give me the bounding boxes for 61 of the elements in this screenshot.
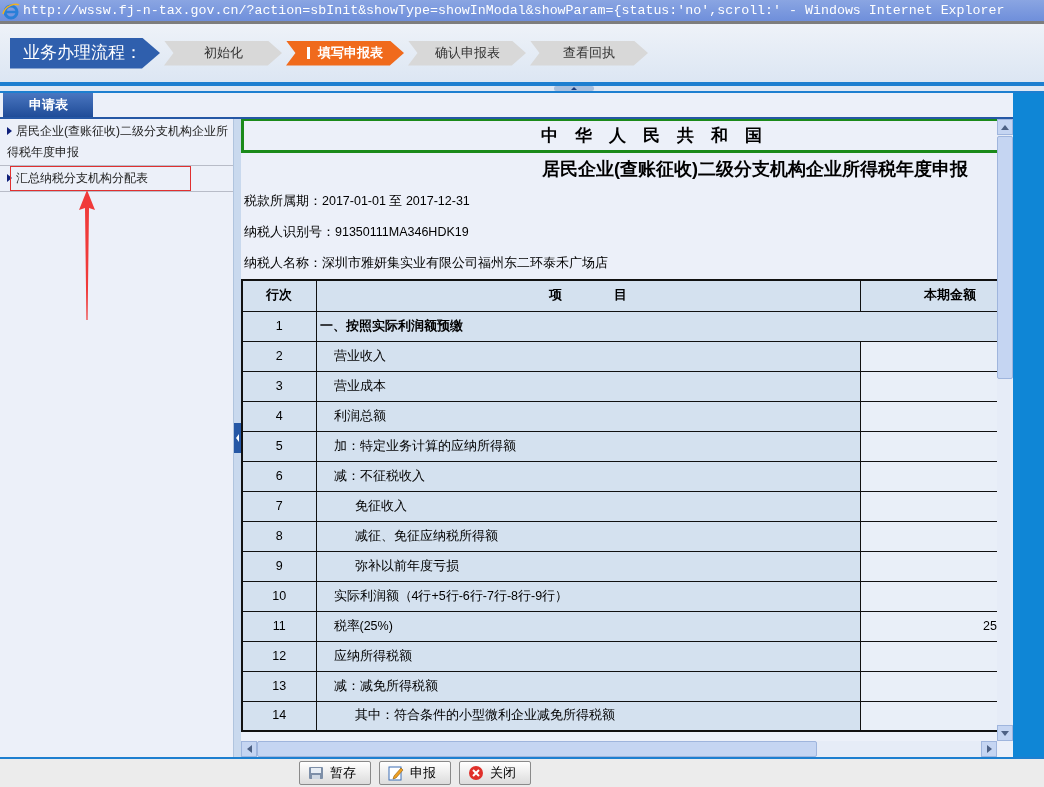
process-step[interactable]: 初始化	[164, 40, 282, 66]
process-label: 业务办理流程：	[10, 37, 160, 69]
form-field: 纳税人名称：深圳市雅妍集实业有限公司福州东二环泰禾广场店	[241, 248, 997, 279]
toolbar-button[interactable]: 关闭	[459, 761, 531, 785]
browser-icon	[2, 1, 20, 20]
bullet-icon	[7, 127, 12, 135]
scroll-up-icon[interactable]	[1001, 124, 1009, 130]
scroll-down-icon[interactable]	[1001, 730, 1009, 736]
table-cell: 6	[242, 461, 316, 491]
table-cell: 7	[242, 491, 316, 521]
table-cell: 减征、免征应纳税所得额	[316, 521, 860, 551]
process-step[interactable]: 查看回执	[530, 40, 648, 66]
table-cell: 加：特定业务计算的应纳所得额	[316, 431, 860, 461]
column-header: 行次	[242, 280, 316, 311]
table-cell: 11	[242, 611, 316, 641]
table-cell: 2	[242, 341, 316, 371]
splitter-handle-icon[interactable]	[234, 423, 241, 453]
tab[interactable]: 申请表	[3, 93, 93, 117]
table-cell: 免征收入	[316, 491, 860, 521]
table-cell: 13	[242, 671, 316, 701]
table-cell: 其中：符合条件的小型微利企业减免所得税额	[316, 701, 860, 731]
vertical-scrollbar[interactable]	[997, 119, 1013, 741]
table-cell: 12	[242, 641, 316, 671]
column-header: 项 目	[316, 280, 860, 311]
scroll-right-icon[interactable]	[986, 745, 992, 753]
table-cell: 14	[242, 701, 316, 731]
table-cell: 营业成本	[316, 371, 860, 401]
table-cell: 应纳所得税额	[316, 641, 860, 671]
table-cell: 利润总额	[316, 401, 860, 431]
horizontal-scrollbar[interactable]	[241, 741, 997, 757]
collapse-handle-icon[interactable]	[554, 86, 594, 91]
toolbar-button[interactable]: 申报	[379, 761, 451, 785]
close-icon	[468, 765, 484, 781]
toolbar-button[interactable]: 暂存	[299, 761, 371, 785]
sidebar-item[interactable]: 汇总纳税分支机构分配表	[0, 166, 233, 192]
table-cell: 弥补以前年度亏损	[316, 551, 860, 581]
form-field: 税款所属期：2017-01-01 至 2017-12-31	[241, 186, 997, 217]
table-cell: 实际利润额（4行+5行-6行-7行-8行-9行）	[316, 581, 860, 611]
pencil-icon	[388, 765, 404, 781]
table-cell: 10	[242, 581, 316, 611]
table-cell: 营业收入	[316, 341, 860, 371]
table-cell: 8	[242, 521, 316, 551]
table-cell: 减：不征税收入	[316, 461, 860, 491]
table-cell: 9	[242, 551, 316, 581]
table-cell: 4	[242, 401, 316, 431]
sidebar-item[interactable]: 居民企业(查账征收)二级分支机构企业所得税年度申报	[0, 119, 233, 166]
table-cell: 税率(25%)	[316, 611, 860, 641]
process-step[interactable]: 确认申报表	[408, 40, 526, 66]
bullet-icon	[7, 174, 12, 182]
table-cell: 3	[242, 371, 316, 401]
country-banner: 中 华 人 民 共 和 国	[241, 119, 997, 153]
table-cell: 1	[242, 311, 316, 341]
amount-cell[interactable]: 25	[860, 611, 997, 641]
form-title: 居民企业(查账征收)二级分支机构企业所得税年度申报	[541, 158, 969, 181]
scroll-left-icon[interactable]	[246, 745, 252, 753]
table-cell: 5	[242, 431, 316, 461]
window-title: http://wssw.fj-n-tax.gov.cn/?action=sbInit&showType=showInModal&showParam={status:'no',scroll:' - Windows Internet Explorer	[23, 3, 1005, 18]
table-cell: 减：减免所得税额	[316, 671, 860, 701]
form-field: 纳税人识别号：91350111MA346HDK19	[241, 217, 997, 248]
marker-icon	[307, 47, 310, 59]
table-cell: 一、按照实际利润额预缴	[316, 311, 997, 341]
